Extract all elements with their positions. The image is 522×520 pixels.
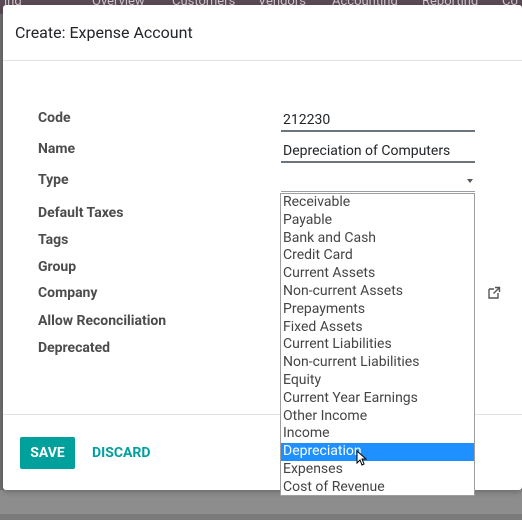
type-option[interactable]: Fixed Assets [281,319,474,337]
screen: ing Overview Customers Vendors Accountin… [0,0,522,520]
type-option[interactable]: Equity [281,372,474,390]
background-strip [0,514,522,520]
dialog-header: Create: Expense Account [3,5,522,61]
type-option[interactable]: Current Liabilities [281,336,474,354]
type-option[interactable]: Payable [281,212,474,230]
mouse-pointer-icon [356,450,368,466]
company-label: Company [38,285,98,301]
type-option[interactable]: Credit Card [281,247,474,265]
type-option[interactable]: Current Assets [281,265,474,283]
caret-down-icon [467,179,473,183]
save-button[interactable]: SAVE [20,437,75,469]
type-option[interactable]: Current Year Earnings [281,390,474,408]
type-option[interactable]: Prepayments [281,301,474,319]
deprecated-label: Deprecated [38,340,111,356]
dialog-title: Create: Expense Account [15,23,193,42]
type-select[interactable] [281,170,475,192]
type-option[interactable]: Other Income [281,408,474,426]
type-option-highlighted[interactable]: Depreciation [281,443,474,461]
code-label: Code [38,110,71,126]
type-option[interactable]: Cost of Revenue [281,479,474,495]
discard-button[interactable]: DISCARD [92,437,150,469]
type-label: Type [38,172,69,188]
type-option[interactable]: Bank and Cash [281,230,474,248]
group-label: Group [38,259,77,275]
tags-label: Tags [38,232,69,248]
type-option[interactable]: Non-current Liabilities [281,354,474,372]
code-input[interactable]: 212230 [281,108,475,132]
type-option[interactable]: Expenses [281,461,474,479]
type-option[interactable]: Income [281,425,474,443]
name-label: Name [38,141,76,157]
name-input[interactable]: Depreciation of Computers [281,139,475,163]
type-option[interactable]: Receivable [281,194,474,212]
external-link-icon[interactable] [486,285,502,301]
allow-reconciliation-label: Allow Reconciliation [38,313,167,329]
type-option[interactable]: Non-current Assets [281,283,474,301]
type-dropdown-list: Receivable Payable Bank and Cash Credit … [280,193,475,496]
default-taxes-label: Default Taxes [38,205,124,221]
